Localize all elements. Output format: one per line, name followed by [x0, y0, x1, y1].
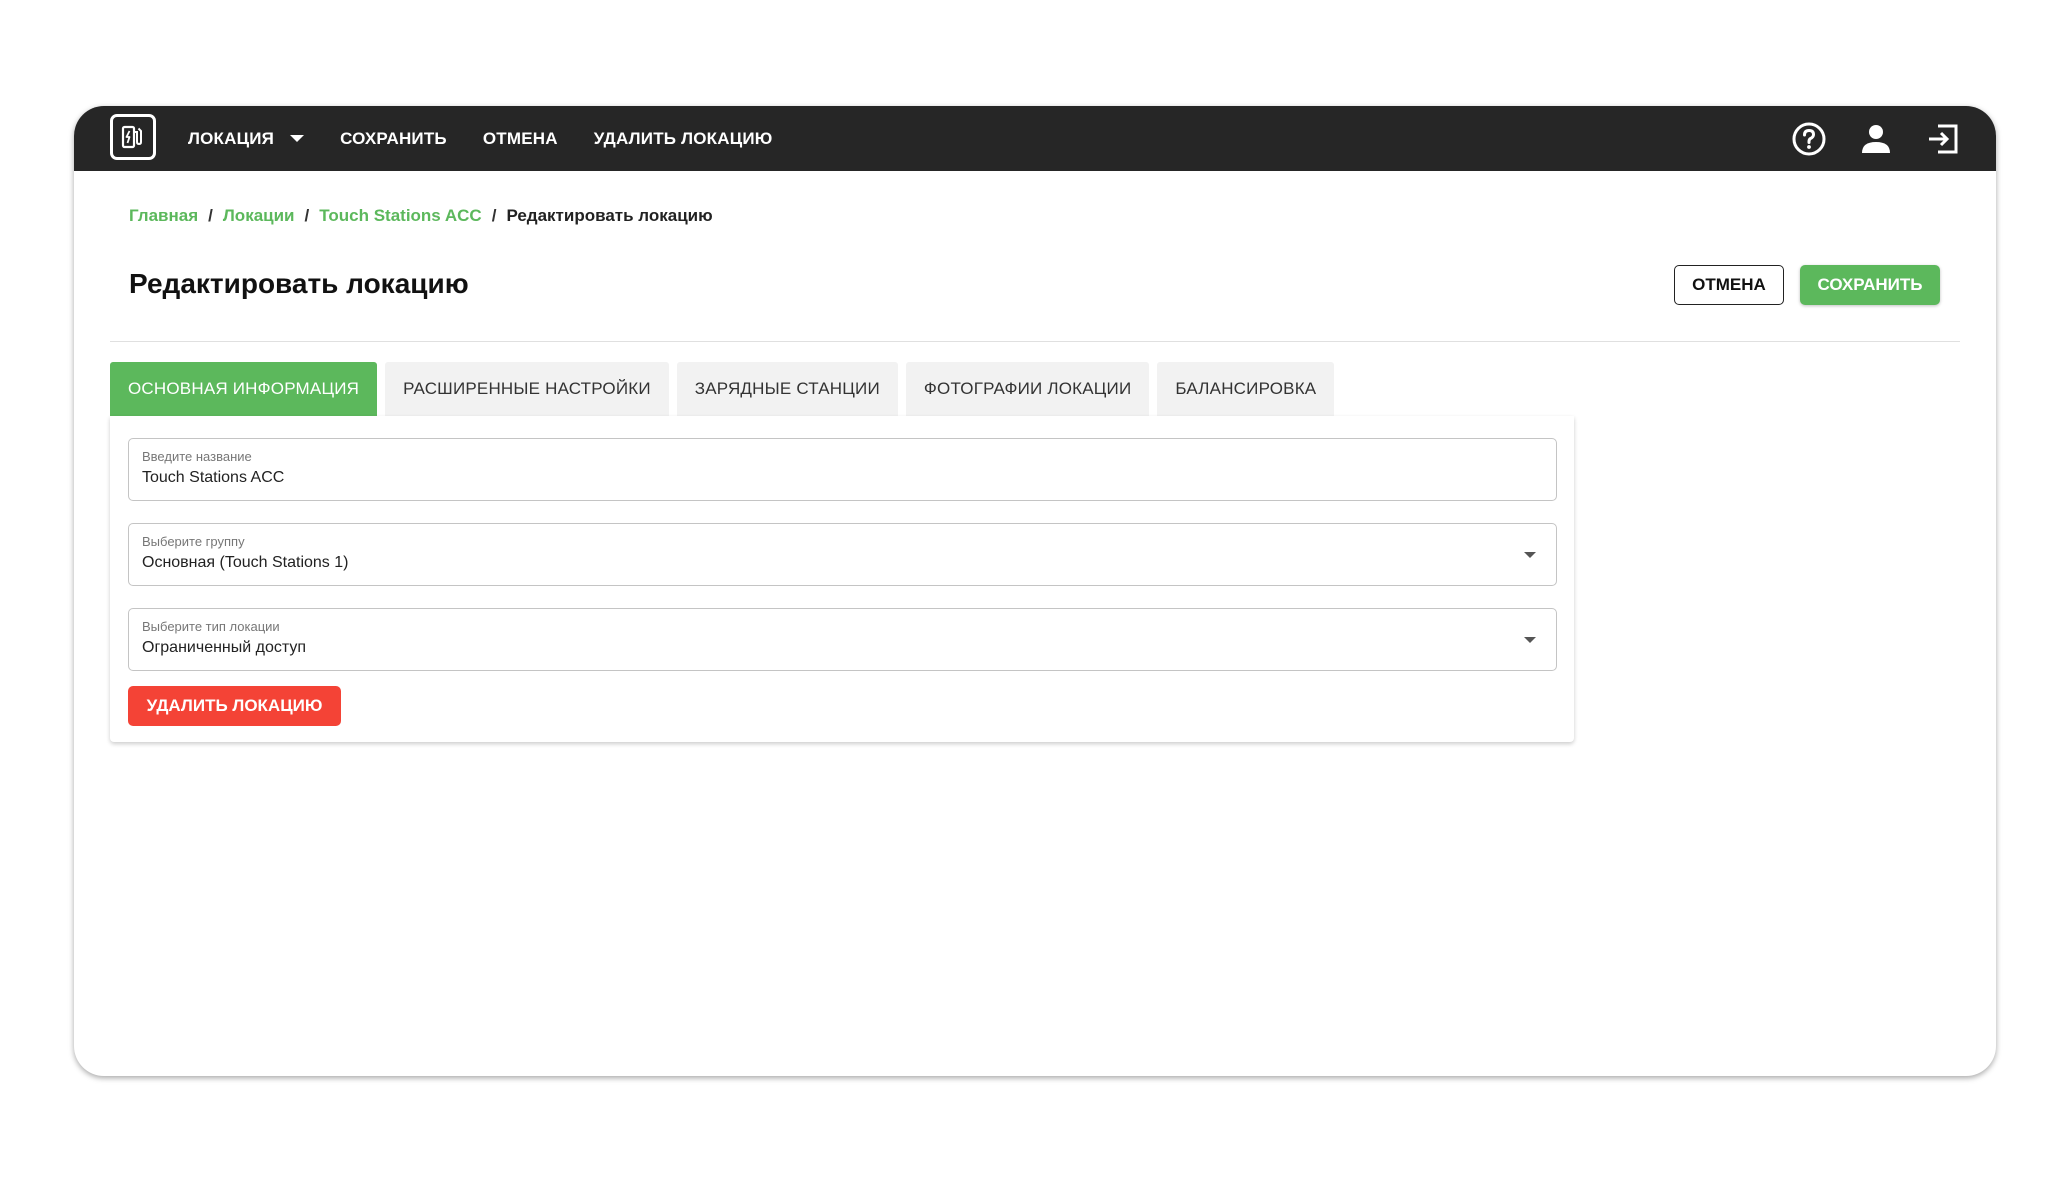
tab-advanced-settings[interactable]: РАСШИРЕННЫЕ НАСТРОЙКИ — [385, 362, 669, 416]
tab-balancing[interactable]: БАЛАНСИРОВКА — [1157, 362, 1335, 416]
basic-info-panel: Введите название Touch Stations ACC Выбе… — [110, 416, 1574, 742]
logout-icon[interactable] — [1924, 120, 1962, 158]
breadcrumb-separator: / — [304, 206, 310, 225]
nav-cancel-button[interactable]: ОТМЕНА — [483, 129, 558, 149]
page-title: Редактировать локацию — [129, 268, 469, 299]
cancel-button[interactable]: ОТМЕНА — [1674, 265, 1784, 305]
nav-save-button[interactable]: СОХРАНИТЬ — [340, 129, 447, 149]
nav-location-label: ЛОКАЦИЯ — [188, 128, 275, 148]
nav-delete-location-button[interactable]: УДАЛИТЬ ЛОКАЦИЮ — [594, 129, 773, 149]
caret-down-icon — [290, 135, 305, 142]
tab-location-photos[interactable]: ФОТОГРАФИИ ЛОКАЦИИ — [905, 362, 1150, 416]
group-select-label: Выберите группу — [142, 534, 245, 549]
location-type-value: Ограниченный доступ — [142, 639, 307, 656]
user-icon[interactable] — [1857, 120, 1895, 158]
top-navbar: ЛОКАЦИЯ СОХРАНИТЬ ОТМЕНА УДАЛИТЬ ЛОКАЦИЮ — [74, 106, 1996, 171]
ev-station-icon[interactable] — [110, 114, 156, 160]
delete-location-button[interactable]: УДАЛИТЬ ЛОКАЦИЮ — [128, 686, 341, 726]
top-nav: ЛОКАЦИЯ СОХРАНИТЬ ОТМЕНА УДАЛИТЬ ЛОКАЦИЮ — [188, 106, 809, 171]
breadcrumb-location[interactable]: Touch Stations ACC — [319, 206, 481, 226]
top-icons — [1761, 106, 1962, 171]
breadcrumb-locations[interactable]: Локации — [223, 206, 295, 226]
breadcrumb: Главная / Локации / Touch Stations ACC /… — [129, 206, 713, 226]
name-field[interactable]: Введите название Touch Stations ACC — [128, 438, 1557, 501]
tab-charging-stations[interactable]: ЗАРЯДНЫЕ СТАНЦИИ — [676, 362, 898, 416]
app-window: ЛОКАЦИЯ СОХРАНИТЬ ОТМЕНА УДАЛИТЬ ЛОКАЦИЮ — [74, 106, 1996, 1076]
nav-location-dropdown[interactable]: ЛОКАЦИЯ — [188, 128, 305, 149]
chevron-down-icon[interactable] — [1524, 552, 1536, 558]
header-divider — [110, 341, 1960, 342]
location-type-select[interactable]: Выберите тип локации Ограниченный доступ — [128, 608, 1557, 671]
name-field-value: Touch Stations ACC — [142, 469, 285, 486]
group-select[interactable]: Выберите группу Основная (Touch Stations… — [128, 523, 1557, 586]
ev-station-icon-svg — [121, 125, 142, 149]
breadcrumb-separator: / — [208, 206, 213, 225]
group-select-value: Основная (Touch Stations 1) — [142, 554, 349, 571]
chevron-down-icon[interactable] — [1524, 637, 1536, 643]
breadcrumb-separator: / — [491, 206, 497, 225]
breadcrumb-current: Редактировать локацию — [506, 206, 713, 225]
save-button[interactable]: СОХРАНИТЬ — [1800, 265, 1940, 305]
help-icon[interactable] — [1790, 120, 1828, 158]
tabs: ОСНОВНАЯ ИНФОРМАЦИЯ РАСШИРЕННЫЕ НАСТРОЙК… — [110, 362, 1342, 416]
name-field-label: Введите название — [142, 449, 252, 464]
breadcrumb-home[interactable]: Главная — [129, 206, 198, 226]
location-type-label: Выберите тип локации — [142, 619, 280, 634]
tab-basic-info[interactable]: ОСНОВНАЯ ИНФОРМАЦИЯ — [110, 362, 378, 416]
